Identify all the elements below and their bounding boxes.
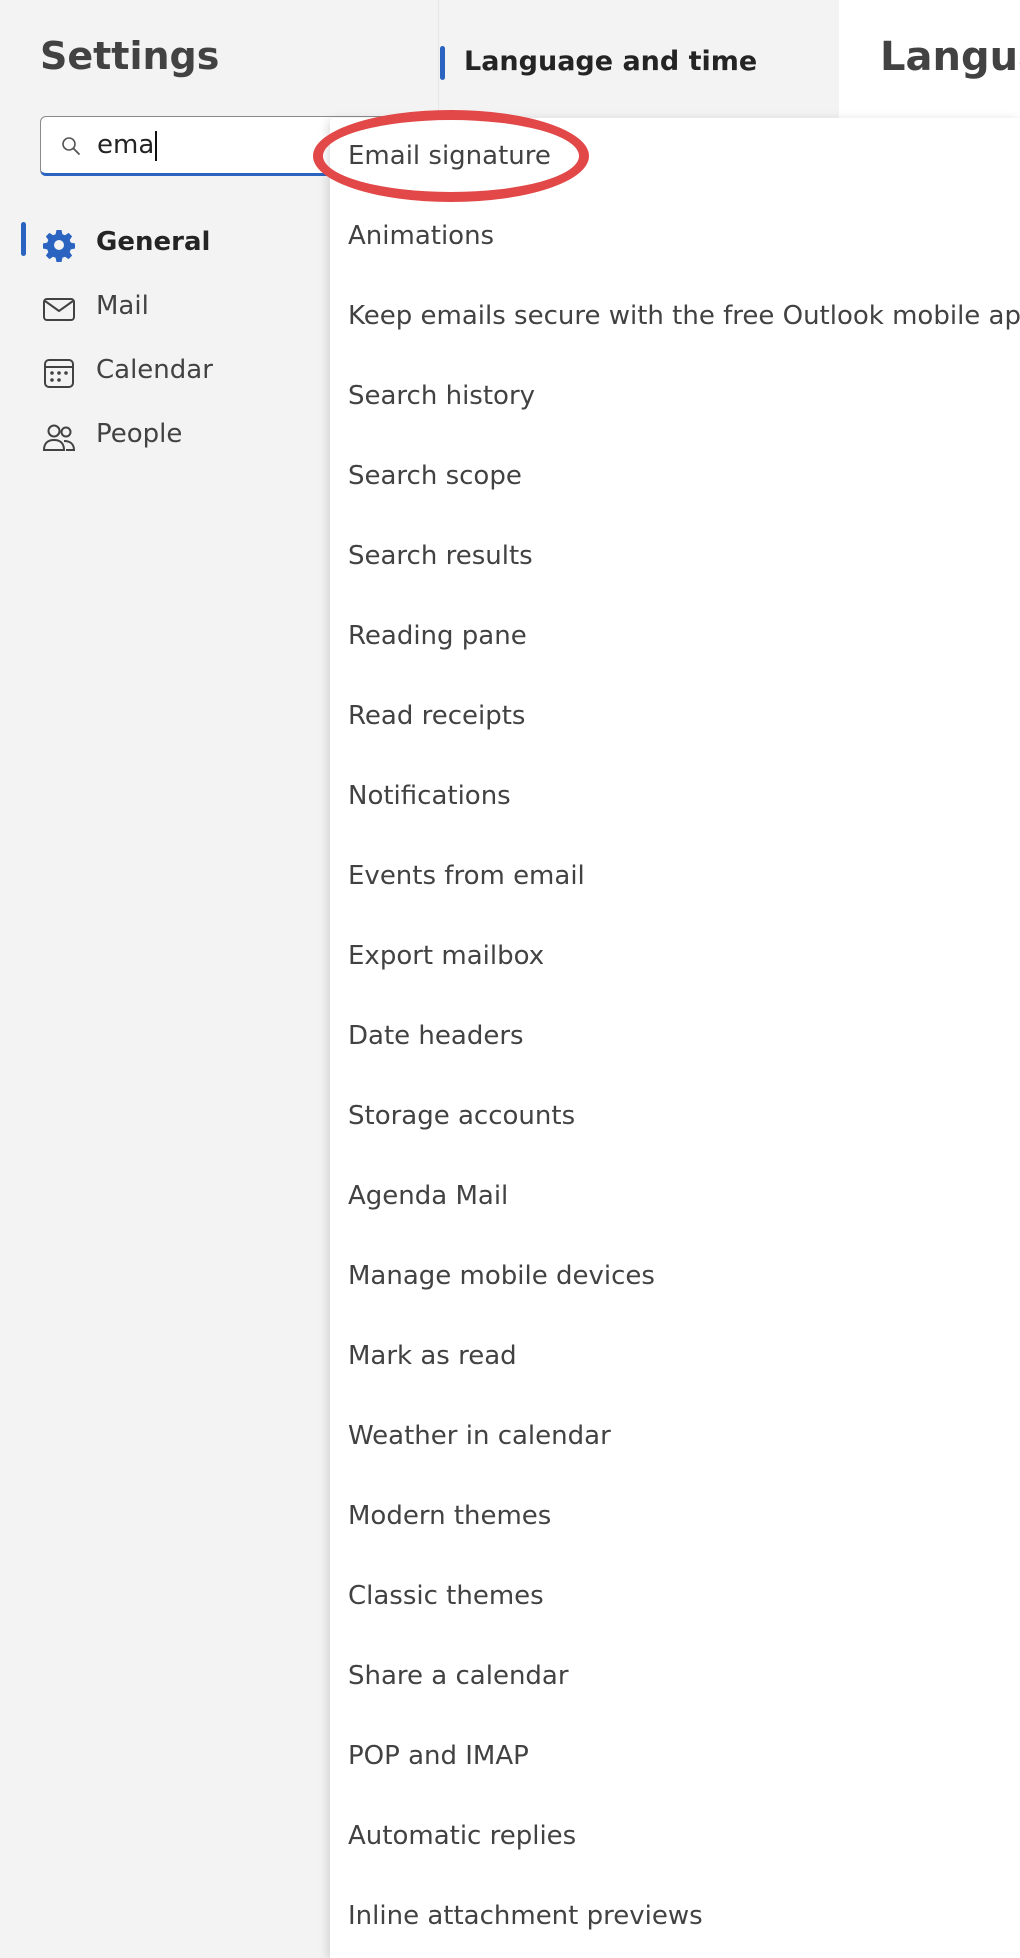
suggestion-search-results[interactable]: Search results — [348, 541, 533, 571]
suggestion-inline-attachment-previews[interactable]: Inline attachment previews — [348, 1901, 703, 1931]
suggestion-manage-mobile-devices[interactable]: Manage mobile devices — [348, 1261, 655, 1291]
settings-title: Settings — [40, 34, 220, 78]
suggestion-modern-themes[interactable]: Modern themes — [348, 1501, 551, 1531]
search-suggestions-dropdown: Email signature Animations Keep emails s… — [330, 118, 1020, 1958]
nav-item-label: Mail — [96, 291, 149, 321]
suggestion-read-receipts[interactable]: Read receipts — [348, 701, 525, 731]
suggestion-automatic-replies[interactable]: Automatic replies — [348, 1821, 576, 1851]
people-icon — [42, 424, 76, 451]
suggestion-search-history[interactable]: Search history — [348, 381, 535, 411]
suggestion-search-scope[interactable]: Search scope — [348, 461, 522, 491]
suggestion-animations[interactable]: Animations — [348, 221, 494, 251]
nav-item-people[interactable]: People — [0, 404, 330, 468]
suggestion-share-a-calendar[interactable]: Share a calendar — [348, 1661, 569, 1691]
suggestion-email-signature[interactable]: Email signature — [348, 141, 551, 171]
nav-item-calendar[interactable]: Calendar — [0, 340, 330, 404]
gear-icon — [43, 230, 75, 262]
suggestion-agenda-mail[interactable]: Agenda Mail — [348, 1181, 508, 1211]
nav-item-label: People — [96, 419, 183, 449]
selected-indicator — [440, 46, 445, 80]
subnav-item-label: Language and time — [464, 46, 758, 77]
suggestion-weather-in-calendar[interactable]: Weather in calendar — [348, 1421, 611, 1451]
mail-icon — [43, 298, 75, 321]
calendar-icon — [44, 359, 74, 388]
suggestion-classic-themes[interactable]: Classic themes — [348, 1581, 544, 1611]
suggestion-pop-and-imap[interactable]: POP and IMAP — [348, 1741, 529, 1771]
nav-item-label: Calendar — [96, 355, 213, 385]
content-title: Langua — [880, 34, 1020, 80]
suggestion-date-headers[interactable]: Date headers — [348, 1021, 524, 1051]
suggestion-mark-as-read[interactable]: Mark as read — [348, 1341, 517, 1371]
suggestion-outlook-mobile-app[interactable]: Keep emails secure with the free Outlook… — [348, 301, 1020, 331]
suggestion-export-mailbox[interactable]: Export mailbox — [348, 941, 544, 971]
suggestion-reading-pane[interactable]: Reading pane — [348, 621, 527, 651]
text-caret — [155, 130, 158, 161]
suggestion-events-from-email[interactable]: Events from email — [348, 861, 585, 891]
selected-indicator — [21, 222, 26, 256]
search-input[interactable]: ema — [97, 130, 158, 161]
search-icon — [62, 137, 80, 155]
suggestion-storage-accounts[interactable]: Storage accounts — [348, 1101, 575, 1131]
nav-item-mail[interactable]: Mail — [0, 276, 330, 340]
nav-item-general[interactable]: General — [0, 212, 330, 276]
suggestion-notifications[interactable]: Notifications — [348, 781, 511, 811]
nav-item-label: General — [96, 227, 211, 257]
settings-nav: General Mail Calendar People — [0, 212, 330, 468]
